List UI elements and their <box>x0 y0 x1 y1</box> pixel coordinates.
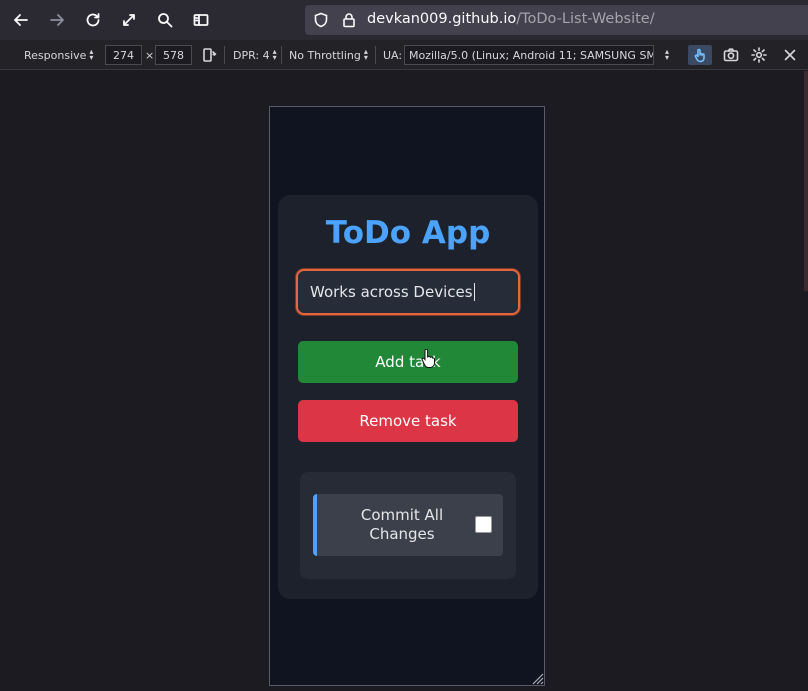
app-title: ToDo App <box>325 215 491 251</box>
resize-handle-icon[interactable] <box>530 671 544 685</box>
dimension-separator: × <box>145 48 155 62</box>
tracking-shield-icon[interactable] <box>313 12 329 28</box>
add-task-button[interactable]: Add task <box>298 341 518 383</box>
url-bar[interactable]: devkan009.github.io/ToDo-List-Website/ <box>305 5 808 35</box>
sidebar-icon[interactable] <box>189 8 213 32</box>
device-selector-label: Responsive <box>24 48 87 62</box>
scrollbar-strip <box>804 71 808 291</box>
viewport-width-input[interactable]: 274 <box>105 45 142 65</box>
settings-gear-icon[interactable] <box>747 45 771 65</box>
commit-all-label: Commit All Changes <box>327 494 477 556</box>
touch-simulation-icon[interactable] <box>688 45 712 65</box>
commit-panel: Commit All Changes <box>300 472 516 579</box>
lock-icon[interactable] <box>341 12 357 28</box>
ua-selector-arrows[interactable]: ▴ ▾ <box>662 40 669 70</box>
url-path: /ToDo-List-Website/ <box>516 11 655 27</box>
updown-icon: ▴ ▾ <box>272 47 277 62</box>
hand-pointer-cursor-icon <box>421 349 435 368</box>
dpr-selector[interactable]: DPR: 4 ▴ ▾ <box>233 40 277 70</box>
ua-label: UA: <box>383 48 403 62</box>
browser-toolbar: devkan009.github.io/ToDo-List-Website/ <box>0 0 808 40</box>
fullscreen-expand-icon[interactable] <box>117 8 141 32</box>
commit-all-row[interactable]: Commit All Changes <box>313 494 503 556</box>
back-arrow-icon[interactable] <box>9 8 33 32</box>
updown-icon: ▴ ▾ <box>89 47 94 62</box>
responsive-design-toolbar: Responsive ▴ ▾ 274 × 578 DPR: 4 ▴ ▾ No Thr… <box>0 40 808 70</box>
url-text[interactable]: devkan009.github.io/ToDo-List-Website/ <box>367 11 655 27</box>
todo-card: ToDo App Works across Devices Add task R… <box>278 195 538 599</box>
reload-icon[interactable] <box>81 8 105 32</box>
commit-label-line2: Changes <box>369 525 435 543</box>
dpr-label: DPR: 4 <box>233 48 270 62</box>
text-caret <box>473 283 475 301</box>
throttling-selector[interactable]: No Throttling ▴ ▾ <box>289 40 368 70</box>
screenshot-camera-icon[interactable] <box>719 45 743 65</box>
user-agent-input[interactable]: Mozilla/5.0 (Linux; Android 11; SAMSUNG … <box>404 45 654 65</box>
throttling-label: No Throttling <box>289 48 361 62</box>
rotate-device-icon[interactable] <box>197 45 221 65</box>
viewport-height-input[interactable]: 578 <box>155 45 192 65</box>
task-input[interactable]: Works across Devices <box>296 269 520 315</box>
device-viewport: ToDo App Works across Devices Add task R… <box>269 106 545 686</box>
url-host: devkan009.github.io <box>367 11 517 27</box>
commit-label-line1: Commit All <box>360 506 444 524</box>
updown-icon: ▴ ▾ <box>363 47 368 62</box>
device-selector[interactable]: Responsive ▴ ▾ <box>24 40 93 70</box>
search-icon[interactable] <box>153 8 177 32</box>
remove-task-button[interactable]: Remove task <box>298 400 518 442</box>
close-icon[interactable] <box>778 45 802 65</box>
task-input-value: Works across Devices <box>310 283 473 301</box>
commit-all-checkbox[interactable] <box>475 516 492 533</box>
forward-arrow-icon[interactable] <box>45 8 69 32</box>
updown-icon: ▴ ▾ <box>665 47 670 62</box>
